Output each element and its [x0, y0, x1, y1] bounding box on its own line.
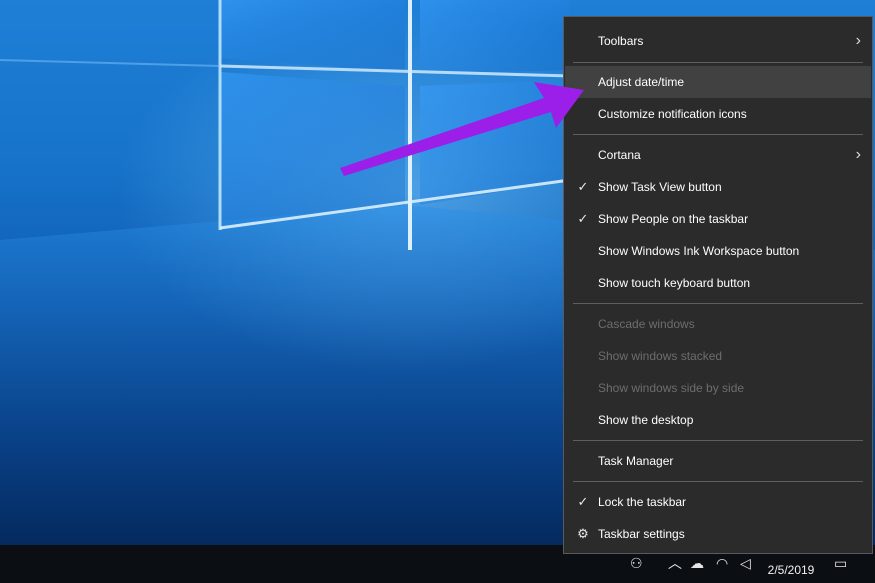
taskbar-context-menu: Toolbars › Adjust date/time Customize no…	[563, 16, 873, 554]
volume-icon[interactable]: ◁	[740, 555, 751, 573]
wifi-icon[interactable]: ◠	[716, 555, 728, 573]
people-icon[interactable]: ⚇	[630, 555, 643, 573]
menu-item-label: Customize notification icons	[598, 107, 747, 121]
menu-item-customize-notification-icons[interactable]: Customize notification icons	[565, 98, 871, 130]
chevron-right-icon: ›	[855, 146, 861, 163]
menu-item-label: Taskbar settings	[598, 527, 685, 541]
menu-item-taskbar-settings[interactable]: ⚙ Taskbar settings	[565, 518, 871, 550]
gear-icon: ⚙	[577, 526, 589, 541]
menu-item-label: Adjust date/time	[598, 75, 685, 89]
menu-item-show-people-on-taskbar[interactable]: ✓ Show People on the taskbar	[565, 203, 871, 235]
menu-separator	[573, 134, 863, 135]
menu-item-label: Show touch keyboard button	[598, 276, 751, 290]
menu-item-label: Show windows stacked	[598, 349, 723, 363]
menu-item-label: Show People on the taskbar	[598, 212, 749, 226]
menu-item-adjust-date-time[interactable]: Adjust date/time	[565, 66, 871, 98]
menu-separator	[573, 62, 863, 63]
menu-item-show-windows-side-by-side: Show windows side by side	[565, 372, 871, 404]
onedrive-cloud-icon[interactable]: ☁	[690, 555, 704, 573]
menu-item-show-the-desktop[interactable]: Show the desktop	[565, 404, 871, 436]
menu-separator	[573, 440, 863, 441]
menu-item-cortana[interactable]: Cortana ›	[565, 139, 871, 171]
menu-item-label: Lock the taskbar	[598, 495, 687, 509]
menu-item-show-touch-keyboard-button[interactable]: Show touch keyboard button	[565, 267, 871, 299]
menu-item-label: Show Windows Ink Workspace button	[598, 244, 800, 258]
menu-item-label: Cascade windows	[598, 317, 695, 331]
menu-item-cascade-windows: Cascade windows	[565, 308, 871, 340]
menu-item-task-manager[interactable]: Task Manager	[565, 445, 871, 477]
menu-separator	[573, 303, 863, 304]
chevron-right-icon: ›	[855, 32, 861, 49]
taskbar-clock-date[interactable]: 2/5/2019	[760, 563, 822, 577]
menu-item-label: Toolbars	[598, 34, 644, 48]
menu-item-label: Task Manager	[598, 454, 674, 468]
menu-item-lock-the-taskbar[interactable]: ✓ Lock the taskbar	[565, 486, 871, 518]
checkmark-icon: ✓	[577, 179, 589, 194]
menu-item-label: Cortana	[598, 148, 641, 162]
menu-item-toolbars[interactable]: Toolbars ›	[565, 25, 871, 57]
menu-item-show-windows-stacked: Show windows stacked	[565, 340, 871, 372]
checkmark-icon: ✓	[577, 211, 589, 226]
chevron-up-icon[interactable]: ︿	[668, 555, 682, 573]
checkmark-icon: ✓	[577, 494, 589, 509]
action-center-icon[interactable]: ▭	[834, 555, 847, 573]
menu-item-show-windows-ink-workspace-button[interactable]: Show Windows Ink Workspace button	[565, 235, 871, 267]
menu-separator	[573, 481, 863, 482]
menu-item-label: Show windows side by side	[598, 381, 745, 395]
menu-item-label: Show the desktop	[598, 413, 694, 427]
menu-item-show-task-view-button[interactable]: ✓ Show Task View button	[565, 171, 871, 203]
menu-item-label: Show Task View button	[598, 180, 722, 194]
